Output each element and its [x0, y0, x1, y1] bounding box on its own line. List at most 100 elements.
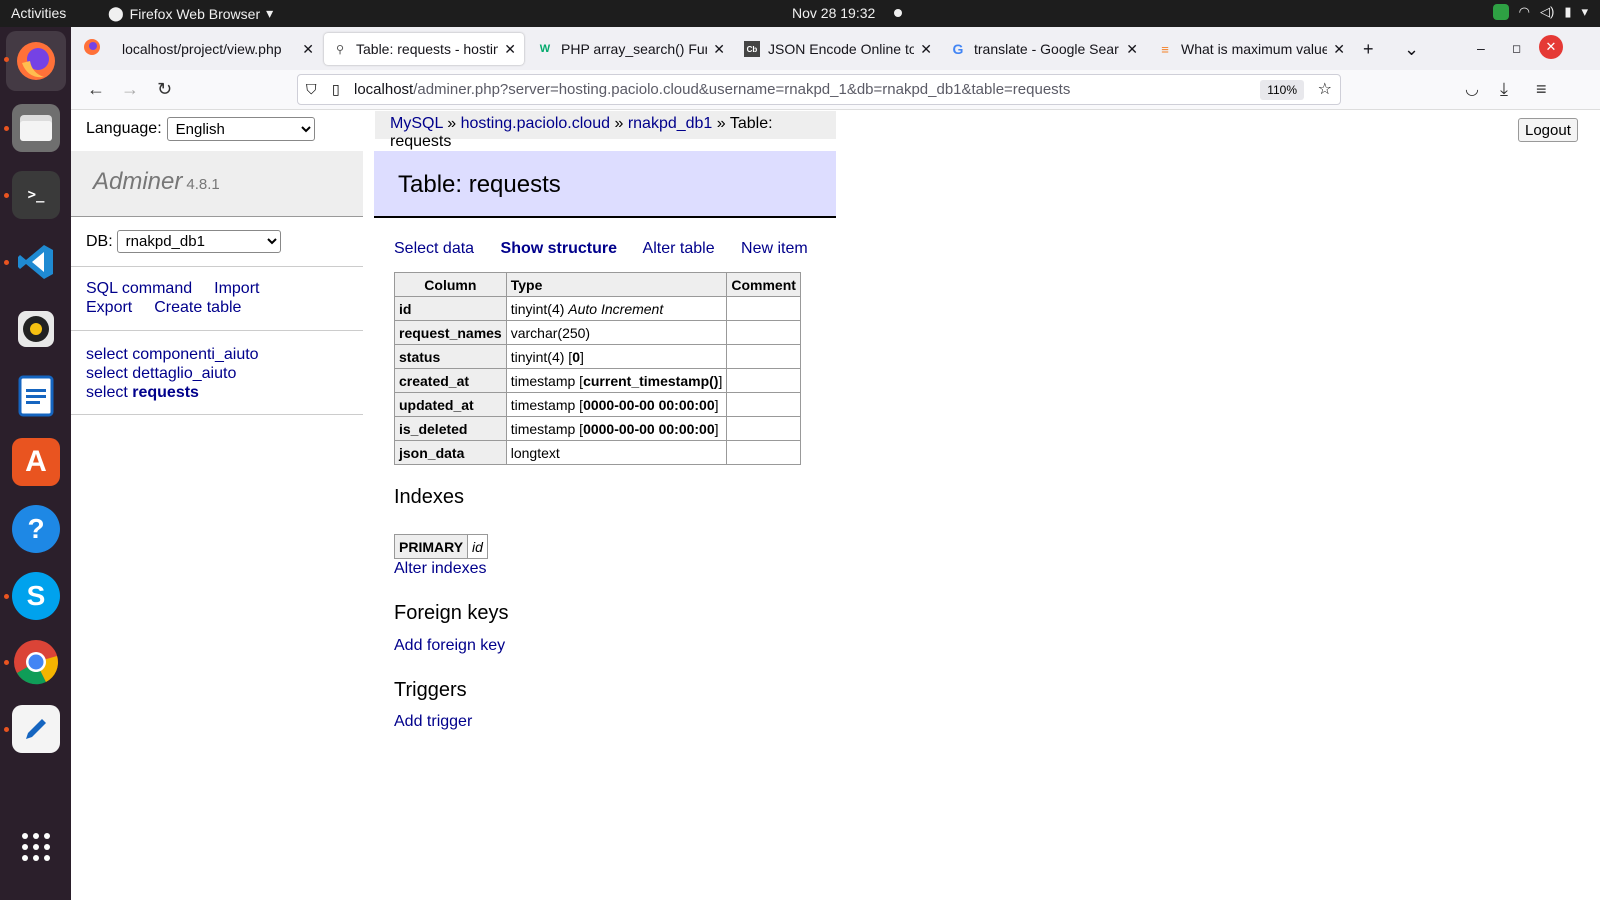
column-name: json_data: [394, 440, 507, 465]
tab-stackoverflow[interactable]: ≡ What is maximum value ✕: [1149, 33, 1353, 65]
column-comment: [726, 344, 801, 369]
alter-indexes-link[interactable]: Alter indexes: [394, 560, 487, 578]
dock-running-indicator: [4, 660, 9, 665]
dock-chrome-icon[interactable]: [12, 638, 60, 686]
table-row: is_deleted timestamp [0000-00-00 00:00:00…: [394, 416, 801, 441]
zoom-level-badge[interactable]: 110%: [1260, 80, 1304, 100]
back-arrow-icon[interactable]: ←: [87, 79, 105, 100]
breadcrumb-db[interactable]: rnakpd_db1: [628, 115, 713, 132]
db-selector: DB: rnakpd_db1: [71, 217, 363, 267]
dock-rhythmbox-icon[interactable]: [12, 305, 60, 353]
dock-writer-icon[interactable]: [12, 372, 60, 420]
maximize-window-icon[interactable]: ◻: [1512, 42, 1521, 55]
close-tab-icon[interactable]: ✕: [1333, 41, 1345, 58]
page-info-icon[interactable]: ▯: [332, 81, 340, 98]
power-menu-chevron-icon: ▾: [1581, 4, 1588, 19]
index-row: PRIMARY id: [393, 534, 488, 559]
language-select[interactable]: English: [166, 117, 315, 141]
add-trigger-link[interactable]: Add trigger: [394, 713, 472, 731]
adminer-logo[interactable]: Adminer 4.8.1: [71, 151, 363, 217]
close-tab-icon[interactable]: ✕: [302, 41, 314, 58]
tab-title: localhost/project/view.php: [122, 41, 282, 57]
close-tab-icon[interactable]: ✕: [1126, 41, 1138, 58]
tracking-protection-shield-icon[interactable]: ⛉: [306, 81, 317, 98]
column-type: tinyint(4): [510, 348, 565, 365]
new-tab-plus-icon[interactable]: +: [1363, 39, 1374, 60]
alter-table-link[interactable]: Alter table: [643, 240, 715, 257]
select-table-link[interactable]: select dettaglio_aiuto: [86, 364, 348, 383]
show-applications-icon[interactable]: [12, 823, 60, 871]
db-label: DB:: [86, 232, 113, 250]
tab-json-encode[interactable]: Cb JSON Encode Online to ✕: [736, 33, 940, 65]
column-type-cell: timestamp [0000-00-00 00:00:00]: [505, 416, 728, 441]
add-foreign-key-link[interactable]: Add foreign key: [394, 637, 505, 655]
column-comment: [726, 416, 801, 441]
column-comment: [726, 392, 801, 417]
dock-running-indicator: [4, 727, 9, 732]
tab-adminer-requests[interactable]: ⚲ Table: requests - hosting ✕: [324, 33, 524, 65]
close-tab-icon[interactable]: ✕: [920, 41, 932, 58]
select-data-link[interactable]: Select data: [394, 240, 474, 257]
dock-files-icon[interactable]: [12, 104, 60, 152]
db-select[interactable]: rnakpd_db1: [116, 230, 281, 253]
sql-command-link[interactable]: SQL command: [86, 280, 192, 297]
column-name: is_deleted: [394, 416, 507, 441]
list-tabs-chevron-icon[interactable]: ⌄: [1404, 39, 1419, 60]
security-shield-icon: [1492, 4, 1509, 20]
tab-view-php[interactable]: localhost/project/view.php ✕: [114, 33, 322, 65]
app-menu[interactable]: ⬤ Firefox Web Browser ▾: [108, 5, 273, 22]
dock-firefox-icon[interactable]: [6, 31, 66, 91]
language-label: Language:: [86, 120, 162, 137]
show-structure-link[interactable]: Show structure: [501, 240, 617, 257]
reload-icon[interactable]: ↻: [157, 79, 172, 100]
breadcrumb-mysql[interactable]: MySQL: [390, 115, 443, 132]
dock-running-indicator: [4, 193, 9, 198]
dock-running-indicator: [4, 260, 9, 265]
foreign-keys-heading: Foreign keys: [394, 602, 509, 624]
dock-skype-icon[interactable]: S: [12, 572, 60, 620]
create-table-link[interactable]: Create table: [154, 299, 241, 316]
close-tab-icon[interactable]: ✕: [713, 41, 725, 58]
logout-button[interactable]: Logout: [1518, 118, 1578, 142]
clock[interactable]: Nov 28 19:32: [792, 5, 875, 21]
adminer-app-name[interactable]: Adminer: [93, 168, 182, 195]
pocket-icon[interactable]: ◡: [1465, 79, 1479, 99]
tab-google-translate[interactable]: G translate - Google Sear ✕: [942, 33, 1146, 65]
index-column: id: [472, 538, 483, 555]
tab-title: Table: requests - hosting: [356, 41, 499, 57]
breadcrumb-server[interactable]: hosting.paciolo.cloud: [461, 115, 610, 132]
close-tab-icon[interactable]: ✕: [504, 41, 516, 58]
bookmark-star-icon[interactable]: ☆: [1318, 79, 1332, 99]
system-tray[interactable]: ◠ ◁) ▮ ▾: [1492, 4, 1588, 20]
downloads-icon[interactable]: ⤓: [1500, 79, 1508, 100]
tab-title: translate - Google Sear: [974, 41, 1119, 57]
app-menu-hamburger-icon[interactable]: ≡: [1536, 79, 1547, 100]
activities-button[interactable]: Activities: [11, 5, 66, 21]
battery-icon: ▮: [1564, 4, 1572, 19]
close-window-icon[interactable]: ✕: [1539, 35, 1563, 59]
dock-text-editor-icon[interactable]: [12, 705, 60, 753]
tab-php-array-search[interactable]: W PHP array_search() Fun ✕: [529, 33, 733, 65]
dock-terminal-icon[interactable]: >_: [12, 171, 60, 219]
url-text[interactable]: localhost/adminer.php?server=hosting.pac…: [354, 81, 1070, 98]
url-bar[interactable]: ⛉ ▯ localhost/adminer.php?server=hosting…: [297, 74, 1341, 105]
minimize-window-icon[interactable]: –: [1477, 40, 1485, 56]
column-type-cell: varchar(250): [505, 320, 728, 345]
dock-vscode-icon[interactable]: [12, 238, 60, 286]
column-type-cell: tinyint(4) Auto Increment: [505, 296, 728, 321]
column-type: timestamp: [510, 396, 576, 413]
select-table-link[interactable]: select componenti_aiuto: [86, 345, 348, 364]
import-link[interactable]: Import: [214, 280, 259, 297]
new-item-link[interactable]: New item: [741, 240, 808, 257]
select-table-link[interactable]: select requests: [86, 383, 348, 402]
forward-arrow-icon[interactable]: →: [121, 79, 139, 100]
table-row: json_data longtext: [394, 440, 801, 465]
dock-software-icon[interactable]: A: [12, 438, 60, 486]
google-favicon-icon: G: [952, 41, 964, 57]
export-link[interactable]: Export: [86, 299, 132, 316]
firefox-view-icon[interactable]: [83, 38, 101, 61]
dock-help-icon[interactable]: ?: [12, 505, 60, 553]
stackoverflow-favicon-icon: ≡: [1161, 41, 1169, 57]
column-comment: [726, 440, 801, 465]
column-header: Column: [394, 272, 507, 297]
